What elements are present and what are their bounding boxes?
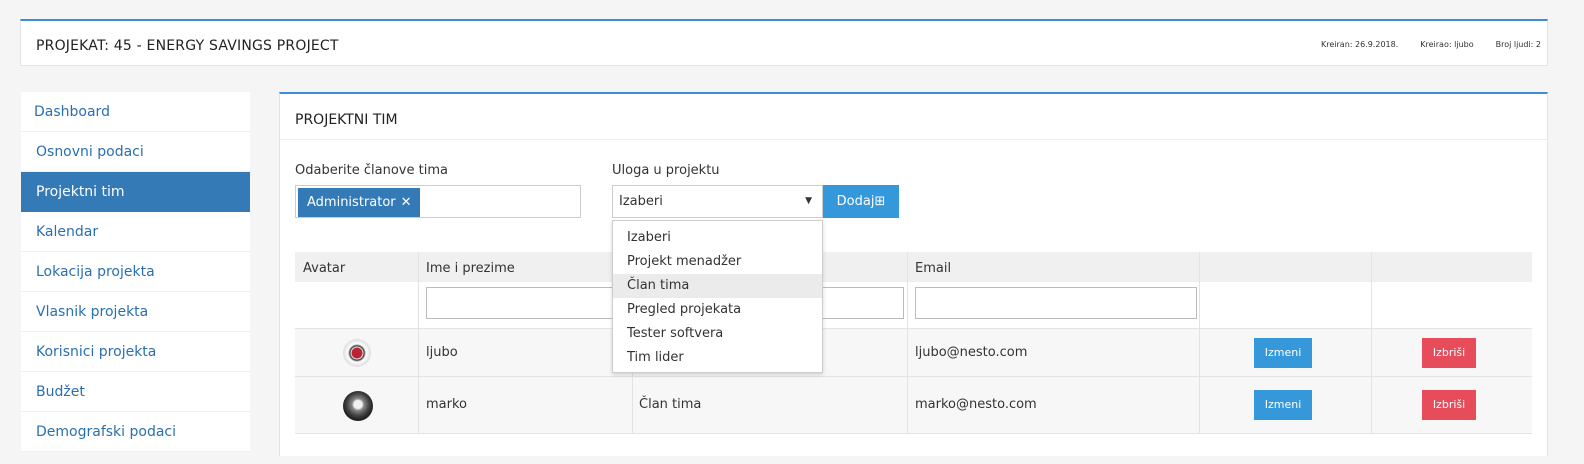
team-panel: PROJEKTNI TIM Odaberite članove tima Adm… <box>279 92 1548 456</box>
avatar <box>343 339 371 367</box>
remove-tag-icon[interactable]: ✕ <box>401 195 412 210</box>
role-option[interactable]: Pregled projekata <box>613 298 822 322</box>
row-email: marko@nesto.com <box>915 397 1037 412</box>
role-select[interactable]: Izaberi ▼ <box>612 185 823 218</box>
column-divider <box>907 252 908 434</box>
sidebar-item-korisnici-projekta[interactable]: Korisnici projekta <box>21 332 250 372</box>
plus-box-icon: ⊞ <box>874 194 886 209</box>
role-label: Uloga u projektu <box>612 163 720 178</box>
people-count: Broj ljudi: 2 <box>1495 40 1541 49</box>
sidebar: Dashboard Osnovni podaci Projektni tim K… <box>21 92 250 452</box>
column-divider <box>1371 252 1372 434</box>
caret-down-icon: ▼ <box>805 196 812 206</box>
row-name: ljubo <box>426 345 458 360</box>
edit-button[interactable]: Izmeni <box>1254 390 1312 420</box>
role-select-value: Izaberi <box>619 194 663 209</box>
sidebar-item-lokacija-projekta[interactable]: Lokacija projekta <box>21 252 250 292</box>
panel-title: PROJEKTNI TIM <box>295 112 398 128</box>
delete-button[interactable]: Izbriši <box>1422 390 1476 420</box>
row-name: marko <box>426 397 467 412</box>
add-button-label: Dodaj <box>836 194 875 209</box>
creator: Kreirao: ljubo <box>1420 40 1474 49</box>
project-meta: Kreiran: 26.9.2018. Kreirao: ljubo Broj … <box>1321 40 1541 49</box>
sidebar-item-osnovni-podaci[interactable]: Osnovni podaci <box>21 132 250 172</box>
role-dropdown-menu: Izaberi Projekt menadžer Član tima Pregl… <box>612 220 823 373</box>
row-role: Član tima <box>639 397 702 412</box>
delete-button[interactable]: Izbriši <box>1422 338 1476 368</box>
project-header: PROJEKAT: 45 - ENERGY SAVINGS PROJECT Kr… <box>20 19 1548 66</box>
role-option[interactable]: Izaberi <box>613 226 822 250</box>
tag-label: Administrator <box>307 195 396 210</box>
role-option[interactable]: Projekt menadžer <box>613 250 822 274</box>
sidebar-item-projektni-tim[interactable]: Projektni tim <box>21 172 250 212</box>
col-header-email: Email <box>915 261 952 276</box>
sidebar-item-budzet[interactable]: Budžet <box>21 372 250 412</box>
role-option[interactable]: Tim lider <box>613 346 822 370</box>
sidebar-item-dashboard[interactable]: Dashboard <box>21 92 250 132</box>
sidebar-item-vlasnik-projekta[interactable]: Vlasnik projekta <box>21 292 250 332</box>
table-row: ljubo ljubo@nesto.com Izmeni Izbriši <box>295 328 1532 376</box>
edit-button[interactable]: Izmeni <box>1254 338 1312 368</box>
members-multiselect[interactable]: Administrator ✕ <box>295 185 581 218</box>
column-divider <box>1199 252 1200 434</box>
col-header-avatar: Avatar <box>303 261 346 276</box>
add-button[interactable]: Dodaj⊞ <box>823 185 899 218</box>
panel-divider <box>280 139 1547 140</box>
table-row: marko Član tima marko@nesto.com Izmeni I… <box>295 376 1532 434</box>
role-option[interactable]: Tester softvera <box>613 322 822 346</box>
sidebar-item-kalendar[interactable]: Kalendar <box>21 212 250 252</box>
column-divider <box>418 252 419 434</box>
avatar <box>343 391 373 421</box>
selected-member-tag: Administrator ✕ <box>298 188 420 217</box>
role-option[interactable]: Član tima <box>613 274 822 298</box>
project-title: PROJEKAT: 45 - ENERGY SAVINGS PROJECT <box>36 38 339 54</box>
created-date: Kreiran: 26.9.2018. <box>1321 40 1399 49</box>
row-email: ljubo@nesto.com <box>915 345 1028 360</box>
members-label: Odaberite članove tima <box>295 163 448 178</box>
sidebar-item-demografski-podaci[interactable]: Demografski podaci <box>21 412 250 452</box>
email-filter-input[interactable] <box>915 287 1197 319</box>
col-header-name: Ime i prezime <box>426 261 515 276</box>
